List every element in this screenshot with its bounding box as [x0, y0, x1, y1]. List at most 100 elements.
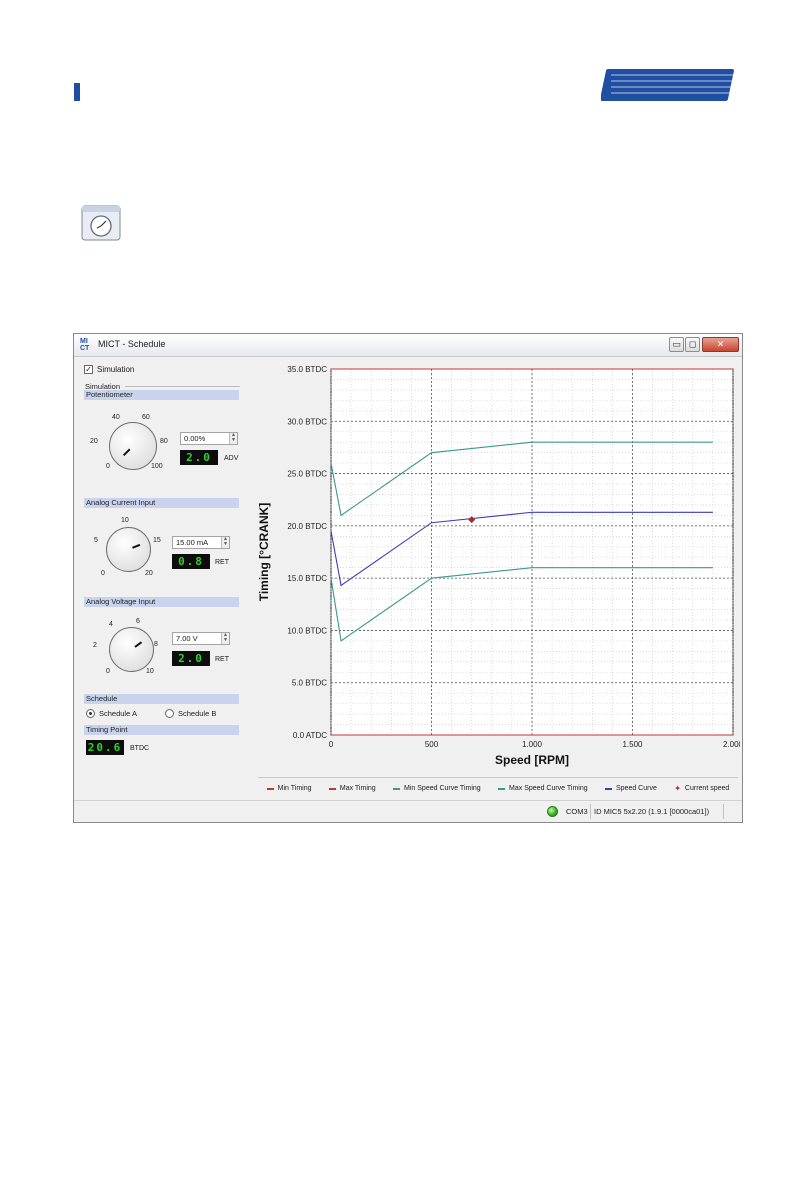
status-divider: [590, 804, 591, 819]
dial-label: 10: [121, 517, 129, 524]
status-bar: COM3 ID MIC5 5x2.20 (1.9.1 [0000ca01]): [74, 800, 742, 822]
analog-voltage-value-field[interactable]: 7.00 V ▲ ▼: [172, 632, 230, 645]
potentiometer-value: 0.00%: [184, 434, 206, 443]
analog-voltage-display: 2.0: [172, 651, 210, 666]
analog-voltage-knob[interactable]: [109, 627, 154, 672]
status-port: COM3: [566, 807, 588, 816]
legend-swatch-icon: [498, 787, 506, 790]
y-tick-label: 20.0 BTDC: [287, 522, 327, 531]
legend-item: Max Speed Curve Timing: [498, 785, 588, 792]
legend-label: Speed Curve: [616, 785, 657, 792]
legend-swatch-icon: ✦: [674, 783, 681, 793]
x-tick-label: 500: [425, 740, 439, 749]
dial-label: 60: [142, 414, 150, 421]
schedule-window: MI CT MICT - Schedule ▭ ◻ ✕ ✓ Simulation…: [73, 333, 743, 823]
y-tick-label: 25.0 BTDC: [287, 470, 327, 479]
analog-current-display: 0.8: [172, 554, 210, 569]
spin-arrows-icon[interactable]: ▲ ▼: [229, 433, 237, 444]
group-divider: [125, 386, 240, 387]
legend-swatch-icon: [266, 787, 274, 790]
dial-label: 80: [160, 438, 168, 445]
analog-current-unit: RET: [215, 559, 229, 566]
timing-chart[interactable]: 0 500 1.000 1.500 2.000 0.0 ATDC 5.0 BTDC 10.0 …: [254, 357, 740, 777]
potentiometer-knob[interactable]: [109, 422, 157, 470]
window-titlebar[interactable]: MI CT MICT - Schedule ▭ ◻ ✕: [74, 334, 742, 357]
analog-voltage-header: Analog Voltage Input: [84, 597, 239, 607]
y-tick-label: 35.0 BTDC: [287, 365, 327, 374]
simulation-panel: ✓ Simulation Simulation Potentiometer 0 …: [74, 357, 254, 797]
x-axis-label: Speed [RPM]: [495, 753, 569, 767]
status-divider: [723, 804, 724, 819]
y-tick-label: 0.0 ATDC: [293, 731, 327, 740]
checkbox-checked-icon[interactable]: ✓: [84, 365, 93, 374]
legend-label: Current speed: [684, 785, 730, 792]
timing-point-header: Timing Point: [84, 725, 239, 735]
page-section-marker: [74, 83, 80, 101]
dial-label: 8: [154, 641, 158, 648]
simulation-checkbox-label: Simulation: [97, 365, 135, 374]
connection-status-icon: [547, 806, 558, 817]
chart-legend: Min Timing Max Timing Min Speed Curve Timi…: [258, 777, 738, 799]
dial-label: 5: [94, 537, 98, 544]
y-tick-label: 15.0 BTDC: [287, 574, 327, 583]
analog-voltage-unit: RET: [215, 656, 229, 663]
schedule-b-label: Schedule B: [178, 709, 217, 718]
dial-label: 2: [93, 642, 97, 649]
potentiometer-unit: ADV: [224, 455, 239, 462]
simulation-checkbox[interactable]: ✓ Simulation: [84, 365, 134, 374]
dial-label: 20: [90, 438, 98, 445]
legend-item: Min Speed Curve Timing: [393, 785, 481, 792]
legend-swatch-icon: [328, 787, 336, 790]
y-axis-label: Timing [°CRANK]: [257, 503, 271, 602]
status-device-id: ID MIC5 5x2.20 (1.9.1 [0000ca01]): [594, 807, 710, 816]
legend-swatch-icon: [605, 787, 612, 790]
spin-arrows-icon[interactable]: ▲ ▼: [221, 537, 229, 548]
dial-label: 6: [136, 618, 140, 625]
radio-selected-icon[interactable]: [86, 709, 95, 718]
x-tick-label: 0: [329, 740, 334, 749]
schedule-a-label: Schedule A: [99, 709, 137, 718]
schedule-a-radio[interactable]: Schedule A: [86, 709, 137, 718]
y-tick-label: 30.0 BTDC: [287, 417, 327, 426]
spin-arrows-icon[interactable]: ▲ ▼: [221, 633, 229, 644]
analog-current-value-field[interactable]: 15.00 mA ▲ ▼: [172, 536, 230, 549]
legend-item: Speed Curve: [605, 785, 657, 792]
knob-indicator-icon: [122, 448, 131, 457]
timing-point-display: 20.6: [86, 740, 124, 755]
y-tick-label: 5.0 BTDC: [292, 679, 327, 688]
dial-label: 0: [101, 570, 105, 577]
potentiometer-value-field[interactable]: 0.00% ▲ ▼: [180, 432, 238, 445]
legend-label: Min Timing: [277, 785, 312, 792]
potentiometer-header: Potentiometer: [84, 390, 239, 400]
minimize-button[interactable]: ▭: [669, 337, 684, 352]
window-title: MICT - Schedule: [98, 339, 166, 349]
schedule-header: Schedule: [84, 694, 239, 704]
analog-current-knob[interactable]: [106, 527, 151, 572]
close-button[interactable]: ✕: [702, 337, 739, 352]
knob-indicator-icon: [134, 641, 143, 648]
legend-item: ✦ Current speed: [674, 783, 730, 793]
x-tick-label: 2.000: [723, 740, 740, 749]
maximize-button[interactable]: ◻: [685, 337, 700, 352]
legend-item: Min Timing: [266, 785, 312, 792]
dial-label: 40: [112, 414, 120, 421]
analog-voltage-value: 7.00 V: [176, 634, 198, 643]
legend-label: Min Speed Curve Timing: [404, 785, 481, 792]
x-tick-label: 1.000: [522, 740, 543, 749]
x-tick-label: 1.500: [622, 740, 643, 749]
timing-point-unit: BTDC: [130, 745, 150, 752]
analog-current-value: 15.00 mA: [176, 538, 209, 547]
legend-label: Max Speed Curve Timing: [509, 785, 588, 792]
dial-label: 15: [153, 537, 161, 544]
potentiometer-display: 2.0: [180, 450, 218, 465]
clock-window-icon: [81, 205, 121, 241]
motortech-logo: [601, 69, 734, 101]
mict-logo-icon: MI CT: [80, 338, 90, 352]
legend-swatch-icon: [393, 787, 401, 790]
legend-label: Max Timing: [339, 785, 376, 792]
knob-indicator-icon: [132, 543, 141, 549]
schedule-b-radio[interactable]: Schedule B: [165, 709, 216, 718]
radio-unselected-icon[interactable]: [165, 709, 174, 718]
y-tick-label: 10.0 BTDC: [287, 626, 327, 635]
analog-current-header: Analog Current Input: [84, 498, 239, 508]
